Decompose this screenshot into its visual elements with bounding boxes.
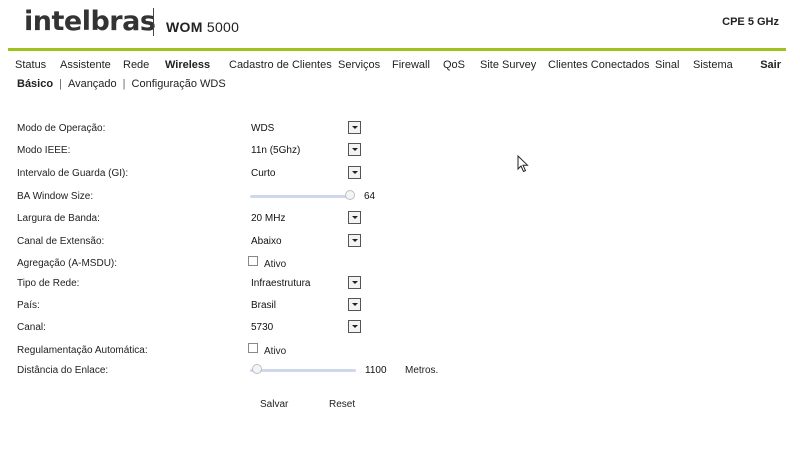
nav-status[interactable]: Status (15, 59, 46, 71)
label-tipo-rede: Tipo de Rede: (17, 278, 80, 289)
accent-bar (8, 48, 786, 51)
row-modo-ieee: Modo IEEE: 11n (5Ghz) (0, 143, 800, 159)
dropdown-arrow-icon[interactable] (348, 166, 361, 179)
label-modo-operacao: Modo de Operação: (17, 123, 106, 134)
nav-assistente[interactable]: Assistente (60, 59, 111, 71)
row-modo-operacao: Modo de Operação: WDS (0, 121, 800, 137)
checkbox-agregacao[interactable] (248, 256, 258, 266)
checkbox-label-ativo: Ativo (264, 259, 287, 270)
select-intervalo-guarda[interactable]: Curto (251, 166, 361, 180)
row-canal: Canal: 5730 (0, 320, 800, 336)
dropdown-arrow-icon[interactable] (348, 276, 361, 289)
distance-slider[interactable] (250, 369, 356, 372)
row-ba-window: BA Window Size: 64 (0, 189, 800, 205)
nav-rede[interactable]: Rede (123, 59, 149, 71)
select-value: Infraestrutura (251, 278, 311, 289)
select-largura-banda[interactable]: 20 MHz (251, 211, 361, 225)
label-regulamentacao: Regulamentação Automática: (17, 345, 148, 356)
nav-sistema[interactable]: Sistema (693, 59, 733, 71)
subnav-avancado[interactable]: Avançado (68, 78, 117, 90)
distance-slider-thumb[interactable] (252, 364, 262, 374)
subnav-basico[interactable]: Básico (17, 78, 53, 90)
select-pais[interactable]: Brasil (251, 298, 361, 312)
reset-button[interactable]: Reset (329, 399, 355, 410)
row-regulamentacao: Regulamentação Automática: Ativo (0, 343, 800, 359)
select-value: 11n (5Ghz) (251, 145, 301, 156)
intelbras-logo: intelbras (24, 6, 156, 37)
device-model: WOM 5000 (166, 19, 239, 35)
label-ba-window: BA Window Size: (17, 191, 94, 202)
model-prefix: WOM (166, 19, 203, 35)
logout-link[interactable]: Sair (760, 59, 781, 71)
dropdown-arrow-icon[interactable] (348, 121, 361, 134)
device-type: CPE 5 GHz (722, 16, 779, 28)
select-value: Abaixo (251, 236, 282, 247)
row-intervalo-guarda: Intervalo de Guarda (GI): Curto (0, 166, 800, 182)
row-largura-banda: Largura de Banda: 20 MHz (0, 211, 800, 227)
mouse-pointer-icon (517, 155, 529, 173)
label-modo-ieee: Modo IEEE: (17, 145, 71, 156)
select-value: Curto (251, 168, 276, 179)
ba-window-slider[interactable] (250, 195, 354, 198)
checkbox-regulamentacao[interactable] (248, 343, 258, 353)
dropdown-arrow-icon[interactable] (348, 234, 361, 247)
row-pais: País: Brasil (0, 298, 800, 314)
ba-window-value: 64 (364, 191, 376, 202)
header: intelbras WOM 5000 CPE 5 GHz (0, 0, 800, 48)
row-canal-extensao: Canal de Extensão: Abaixo (0, 234, 800, 250)
nav-firewall[interactable]: Firewall (392, 59, 430, 71)
select-value: 20 MHz (251, 213, 286, 224)
save-button[interactable]: Salvar (260, 399, 288, 410)
select-value: Brasil (251, 300, 277, 311)
row-tipo-rede: Tipo de Rede: Infraestrutura (0, 276, 800, 292)
checkbox-label-ativo: Ativo (264, 346, 287, 357)
row-agregacao: Agregação (A-MSDU): Ativo (0, 256, 800, 272)
select-modo-ieee[interactable]: 11n (5Ghz) (251, 143, 361, 157)
header-divider (153, 8, 154, 36)
select-canal-extensao[interactable]: Abaixo (251, 234, 361, 248)
model-number: 5000 (202, 19, 240, 35)
select-modo-operacao[interactable]: WDS (251, 121, 361, 135)
nav-qos[interactable]: QoS (443, 59, 465, 71)
dropdown-arrow-icon[interactable] (348, 211, 361, 224)
label-pais: País: (17, 300, 40, 311)
subnav-configuracao-wds[interactable]: Configuração WDS (132, 78, 226, 90)
distance-unit: Metros. (405, 365, 439, 376)
row-distancia-enlace: Distância do Enlace: 1100 Metros. (0, 363, 800, 379)
nav-site-survey[interactable]: Site Survey (480, 59, 536, 71)
select-value: 5730 (251, 322, 274, 333)
subnav-separator: | (122, 78, 126, 90)
main-nav: Status Assistente Rede Wireless Cadastro… (0, 59, 800, 73)
select-value: WDS (251, 123, 275, 134)
distance-value: 1100 (365, 365, 387, 376)
label-intervalo-guarda: Intervalo de Guarda (GI): (17, 168, 129, 179)
label-largura-banda: Largura de Banda: (17, 213, 100, 224)
dropdown-arrow-icon[interactable] (348, 143, 361, 156)
label-canal-extensao: Canal de Extensão: (17, 236, 105, 247)
label-agregacao: Agregação (A-MSDU): (17, 258, 118, 269)
dropdown-arrow-icon[interactable] (348, 320, 361, 333)
nav-servicos[interactable]: Serviços (338, 59, 380, 71)
subnav-separator: | (59, 78, 62, 90)
label-canal: Canal: (17, 322, 46, 333)
nav-sinal[interactable]: Sinal (655, 59, 679, 71)
dropdown-arrow-icon[interactable] (348, 298, 361, 311)
label-distancia-enlace: Distância do Enlace: (17, 365, 109, 376)
select-canal[interactable]: 5730 (251, 320, 361, 334)
nav-clientes-conectados[interactable]: Clientes Conectados (548, 59, 650, 71)
ba-window-slider-thumb[interactable] (345, 190, 355, 200)
nav-cadastro-clientes[interactable]: Cadastro de Clientes (229, 59, 332, 71)
select-tipo-rede[interactable]: Infraestrutura (251, 276, 361, 290)
sub-nav: Básico | Avançado | Configuração WDS (17, 78, 226, 90)
nav-wireless[interactable]: Wireless (165, 59, 210, 71)
